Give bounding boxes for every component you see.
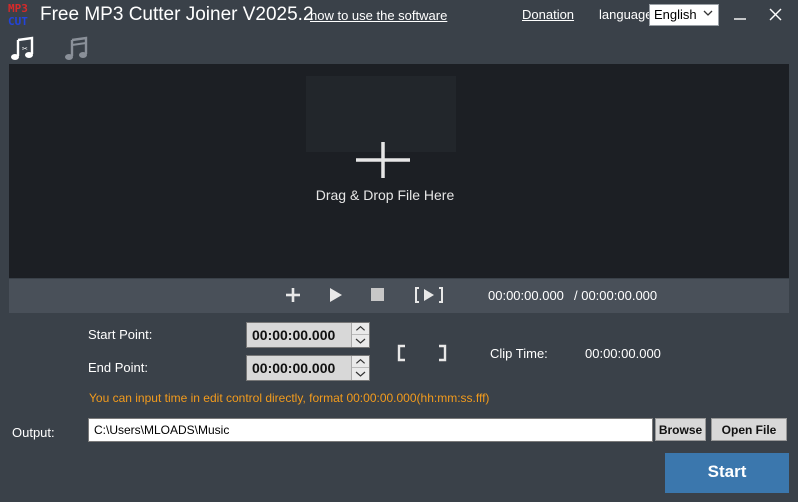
spin-down-icon[interactable] — [352, 335, 369, 347]
end-point-value[interactable]: 00:00:00.000 — [252, 360, 335, 376]
language-select[interactable]: English — [649, 4, 719, 26]
drop-instruction: Drag & Drop File Here — [315, 187, 455, 203]
minimize-icon[interactable] — [730, 6, 750, 24]
total-time: / 00:00:00.000 — [574, 288, 658, 303]
language-label: language — [599, 7, 653, 22]
output-path-field[interactable]: C:\Users\MLOADS\Music — [88, 418, 653, 442]
transport-bar — [9, 279, 789, 313]
start-point-input[interactable]: 00:00:00.000 — [246, 322, 370, 348]
language-value: English — [654, 7, 697, 22]
clip-time-label: Clip Time: — [490, 346, 548, 361]
logo-mp3-text: MP3 — [8, 2, 28, 15]
play-icon[interactable] — [323, 285, 347, 305]
start-button[interactable]: Start — [665, 453, 789, 493]
donation-link[interactable]: Donation — [522, 7, 574, 22]
end-point-label: End Point: — [88, 360, 148, 375]
play-selection-icon[interactable] — [414, 285, 444, 305]
svg-text:✂: ✂ — [22, 45, 28, 53]
output-label: Output: — [12, 425, 55, 440]
start-point-label: Start Point: — [88, 327, 153, 342]
spin-down-icon[interactable] — [352, 368, 369, 380]
close-icon[interactable] — [766, 6, 786, 24]
spin-up-icon[interactable] — [352, 323, 369, 335]
spin-up-icon[interactable] — [352, 356, 369, 368]
app-logo: MP3 CUT — [8, 2, 40, 30]
bracket-right-icon[interactable] — [434, 344, 448, 362]
logo-cut-text: CUT — [8, 15, 28, 28]
end-point-input[interactable]: 00:00:00.000 — [246, 355, 370, 381]
app-title: Free MP3 Cutter Joiner V2025.2 — [40, 4, 314, 25]
bracket-left-icon[interactable] — [396, 344, 410, 362]
add-file-plus-icon[interactable] — [356, 140, 410, 180]
chevron-down-icon — [703, 10, 713, 16]
end-point-spinner[interactable] — [351, 356, 369, 380]
start-point-value[interactable]: 00:00:00.000 — [252, 327, 335, 343]
current-time: 00:00:00.000 — [488, 288, 564, 303]
music-join-icon[interactable] — [64, 36, 92, 62]
plus-icon[interactable] — [281, 285, 305, 305]
start-point-spinner[interactable] — [351, 323, 369, 347]
music-cut-icon[interactable]: ✂ — [10, 36, 38, 62]
clip-time-value: 00:00:00.000 — [585, 346, 661, 361]
open-file-button[interactable]: Open File — [711, 418, 787, 441]
browse-button[interactable]: Browse — [655, 418, 706, 441]
stop-icon[interactable] — [366, 285, 390, 305]
how-to-use-link[interactable]: how to use the software — [310, 8, 447, 23]
time-format-hint: You can input time in edit control direc… — [89, 391, 490, 405]
